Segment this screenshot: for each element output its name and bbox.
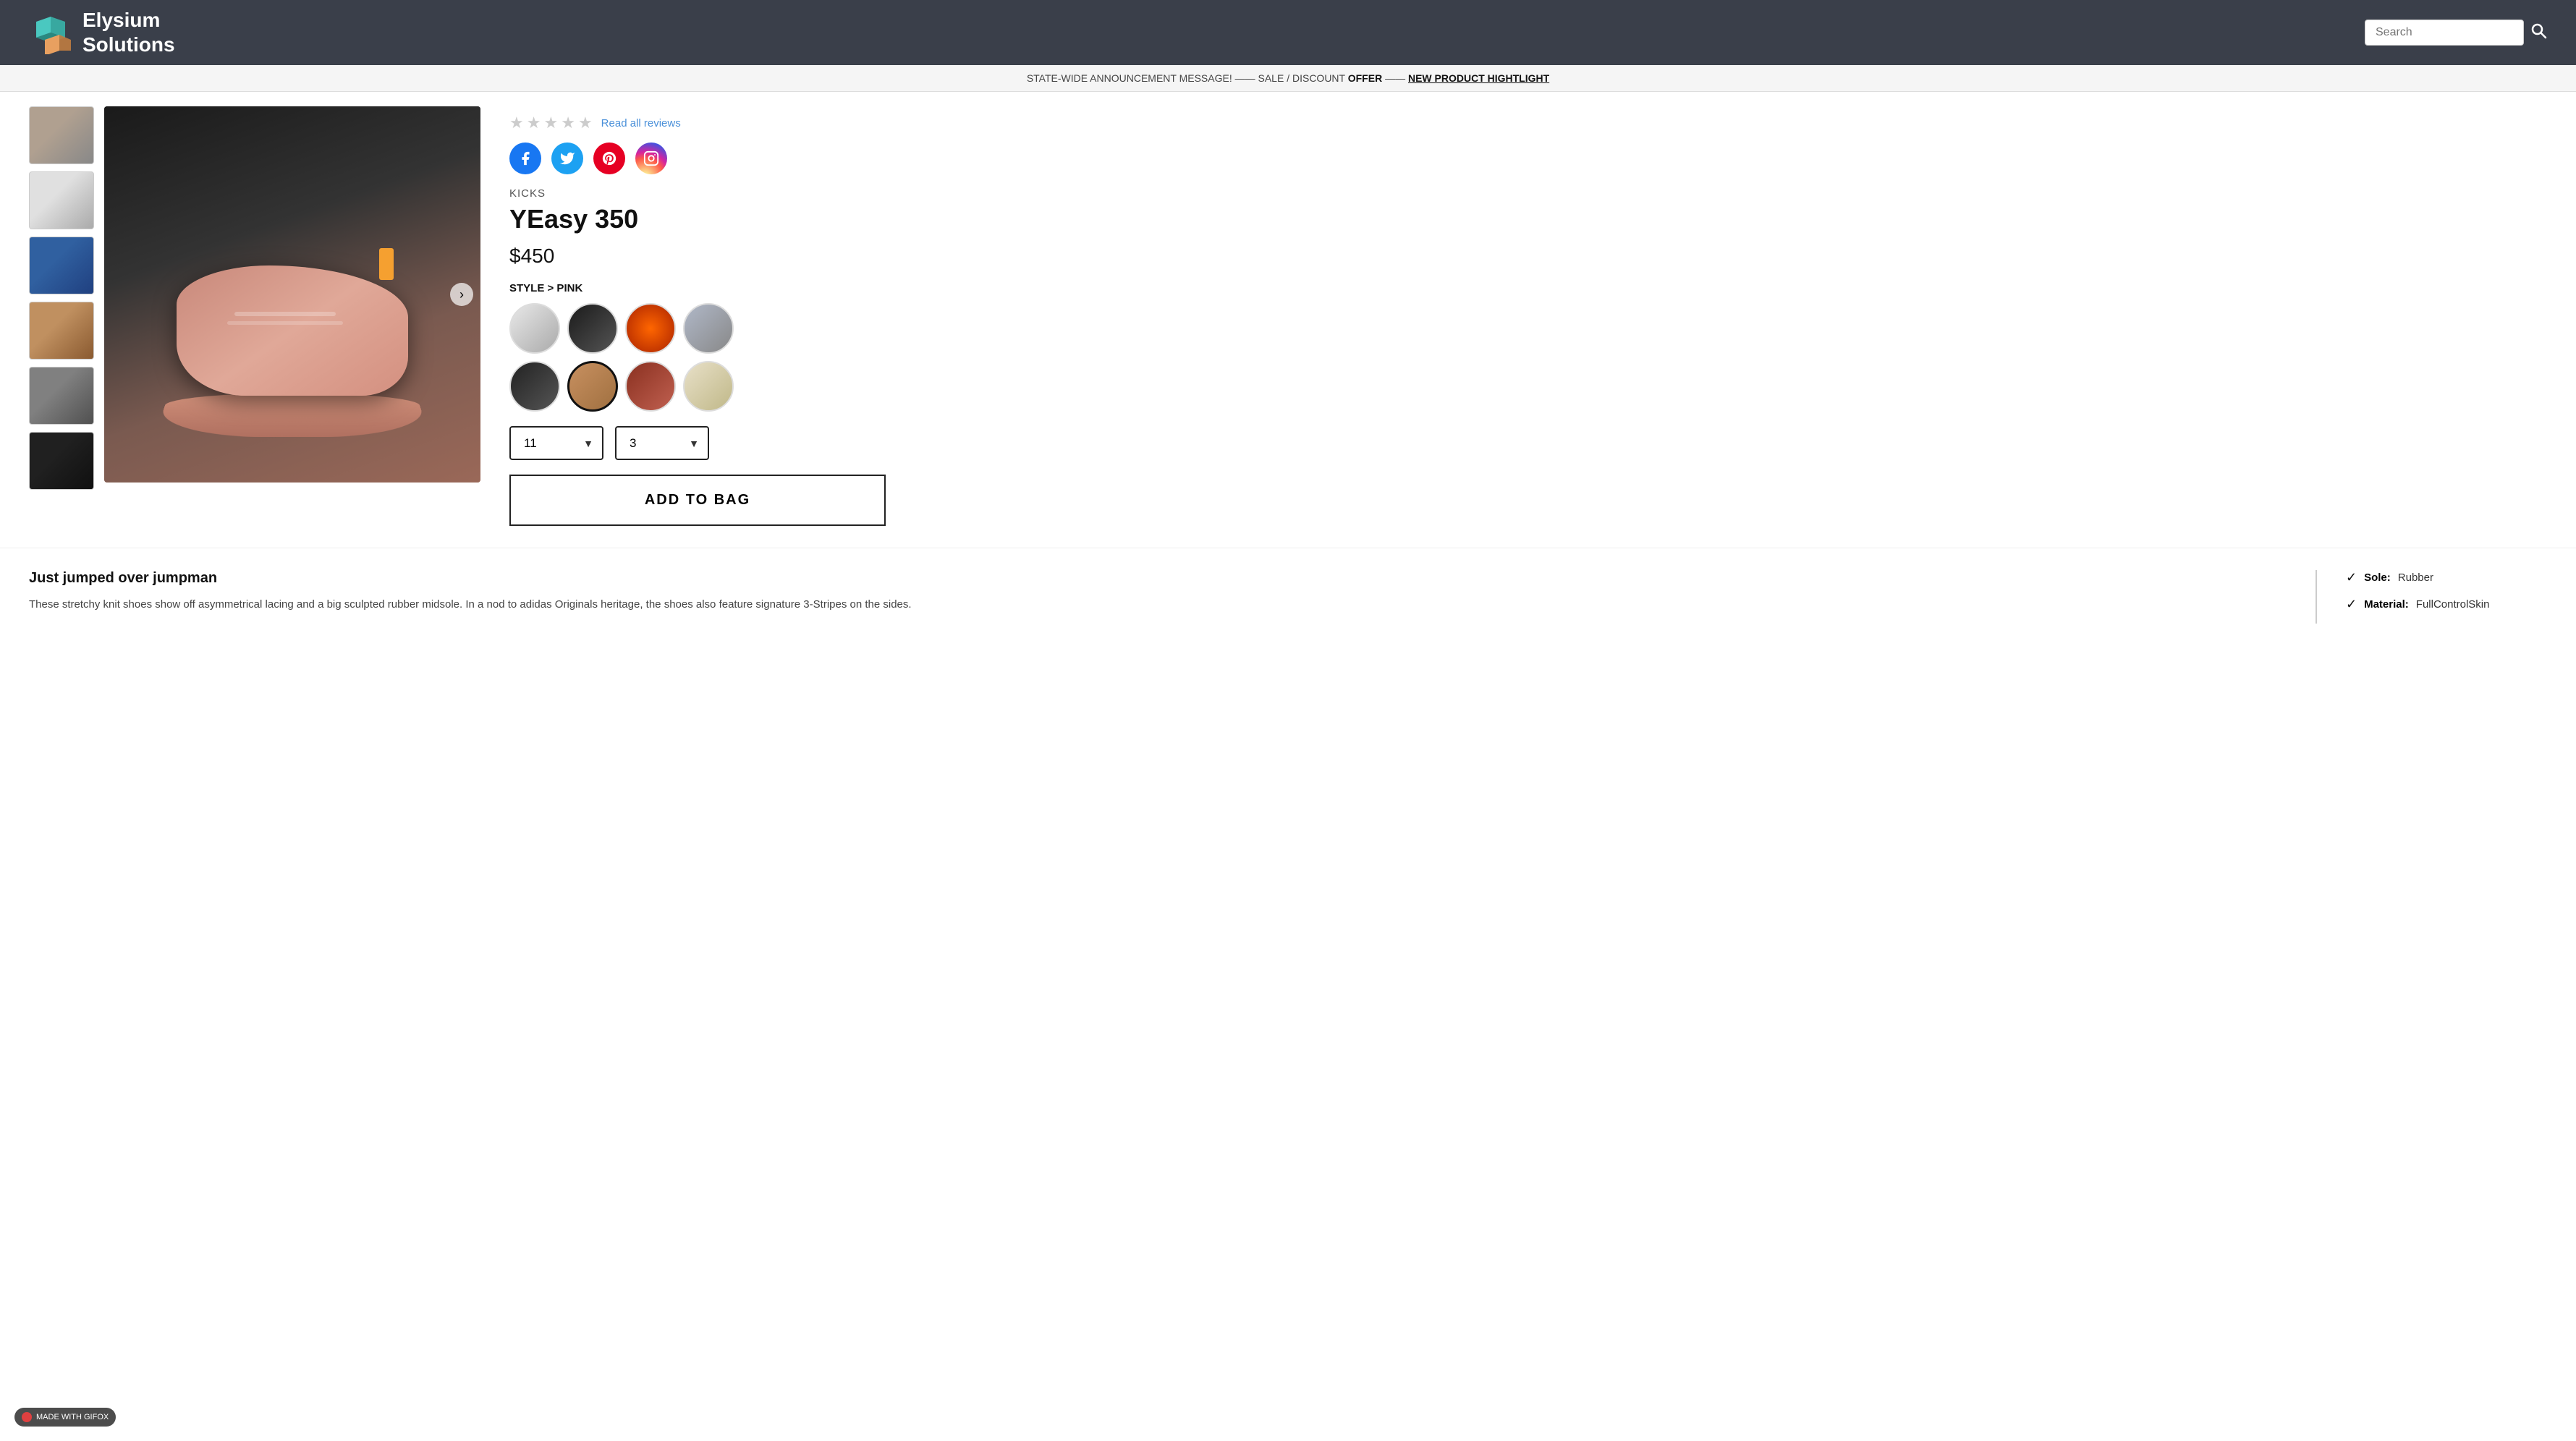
- specs-section: ✓ Sole: Rubber ✓ Material: FullControlSk…: [2316, 570, 2547, 624]
- search-input[interactable]: [2365, 20, 2524, 46]
- spec-value-material: FullControlSkin: [2416, 598, 2490, 611]
- star-5: ★: [578, 114, 593, 132]
- instagram-icon[interactable]: [635, 143, 667, 174]
- thumbnail-2[interactable]: [29, 171, 94, 229]
- thumbnail-1[interactable]: [29, 106, 94, 164]
- product-info: ★ ★ ★ ★ ★ Read all reviews KICKS: [509, 106, 1056, 526]
- social-row: [509, 143, 1056, 174]
- logo-text: Elysium Solutions: [82, 8, 175, 56]
- announcement-offer: OFFER: [1348, 72, 1382, 84]
- facebook-icon[interactable]: [509, 143, 541, 174]
- reviews-row: ★ ★ ★ ★ ★ Read all reviews: [509, 114, 1056, 132]
- star-3: ★: [543, 114, 558, 132]
- product-category: KICKS: [509, 187, 1056, 200]
- quantity-selector-wrap: 1 2 3 4 5 ▼: [615, 426, 709, 460]
- product-price: $450: [509, 245, 1056, 268]
- gifox-label: MADE WITH GIFOX: [36, 1413, 109, 1421]
- spec-sole: ✓ Sole: Rubber: [2346, 570, 2547, 585]
- checkmark-material: ✓: [2346, 597, 2357, 612]
- star-rating: ★ ★ ★ ★ ★: [509, 114, 593, 132]
- spec-value-sole: Rubber: [2398, 571, 2433, 584]
- quantity-selector[interactable]: 1 2 3 4 5: [615, 426, 709, 460]
- logo-icon: [29, 11, 72, 54]
- selectors-row: 7 8 9 10 11 12 13 ▼ 1 2 3 4 5 ▼: [509, 426, 1056, 460]
- search-button[interactable]: [2530, 22, 2547, 43]
- description-text: These stretchy knit shoes show off asymm…: [29, 595, 2272, 614]
- spec-label-material: Material:: [2364, 598, 2409, 611]
- thumbnail-4[interactable]: [29, 302, 94, 360]
- gifox-dot: [22, 1412, 32, 1422]
- twitter-icon[interactable]: [551, 143, 583, 174]
- description-title: Just jumped over jumpman: [29, 570, 2272, 587]
- size-selector[interactable]: 7 8 9 10 11 12 13: [509, 426, 603, 460]
- spec-label-sole: Sole:: [2364, 571, 2391, 584]
- size-selector-wrap: 7 8 9 10 11 12 13 ▼: [509, 426, 603, 460]
- image-section: ›: [29, 106, 480, 526]
- product-name: YEasy 350: [509, 204, 1056, 234]
- read-reviews-link[interactable]: Read all reviews: [601, 117, 681, 129]
- star-2: ★: [527, 114, 541, 132]
- star-4: ★: [561, 114, 575, 132]
- carousel-next-button[interactable]: ›: [450, 283, 473, 306]
- gifox-badge: MADE WITH GIFOX: [14, 1408, 116, 1427]
- announcement-link[interactable]: NEW PRODUCT HIGHTLIGHT: [1408, 72, 1549, 84]
- pinterest-icon[interactable]: [593, 143, 625, 174]
- announcement-bar: STATE-WIDE ANNOUNCEMENT MESSAGE! —— SALE…: [0, 65, 2576, 92]
- logo-area: Elysium Solutions: [29, 8, 175, 56]
- style-option-5[interactable]: [509, 361, 560, 412]
- product-container: › ★ ★ ★ ★ ★ Read all reviews: [0, 92, 1085, 540]
- checkmark-sole: ✓: [2346, 570, 2357, 585]
- thumbnail-5[interactable]: [29, 367, 94, 425]
- bottom-section: Just jumped over jumpman These stretchy …: [0, 548, 2576, 645]
- add-to-bag-button[interactable]: ADD TO BAG: [509, 475, 886, 526]
- announcement-text-before: STATE-WIDE ANNOUNCEMENT MESSAGE! —— SALE…: [1027, 72, 1348, 84]
- style-options: [509, 303, 1056, 412]
- style-option-1[interactable]: [509, 303, 560, 354]
- star-1: ★: [509, 114, 524, 132]
- style-option-2[interactable]: [567, 303, 618, 354]
- thumbnails: [29, 106, 94, 526]
- thumbnail-6[interactable]: [29, 432, 94, 490]
- style-option-6[interactable]: [567, 361, 618, 412]
- style-option-8[interactable]: [683, 361, 734, 412]
- style-option-7[interactable]: [625, 361, 676, 412]
- spec-material: ✓ Material: FullControlSkin: [2346, 597, 2547, 612]
- thumbnail-3[interactable]: [29, 237, 94, 294]
- style-option-3[interactable]: [625, 303, 676, 354]
- main-product-image: ›: [104, 106, 480, 483]
- description-section: Just jumped over jumpman These stretchy …: [29, 570, 2272, 624]
- style-option-4[interactable]: [683, 303, 734, 354]
- header: Elysium Solutions: [0, 0, 2576, 65]
- style-label: STYLE > PINK: [509, 282, 1056, 294]
- announcement-text-after: ——: [1385, 72, 1405, 84]
- search-area: [2365, 20, 2547, 46]
